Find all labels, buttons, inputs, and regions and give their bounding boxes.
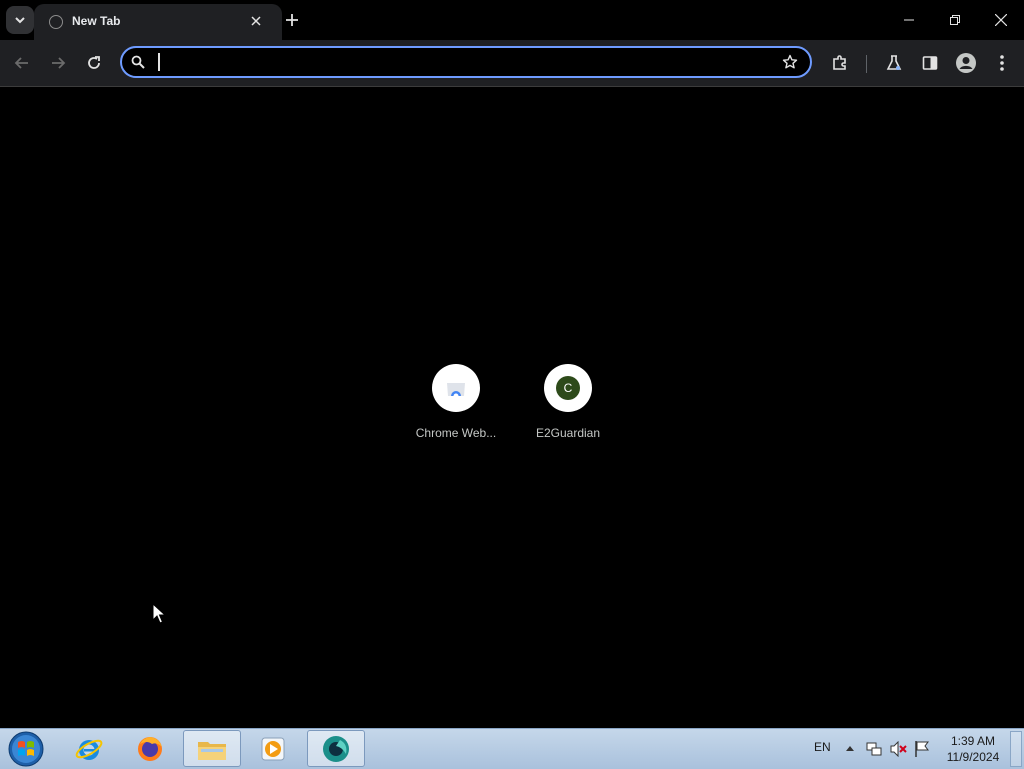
- shortcut-tile: C: [544, 364, 592, 412]
- windows-taskbar: EN 1:39 AM 11/9/2024: [0, 728, 1024, 769]
- tab-search-button[interactable]: [6, 6, 34, 34]
- mouse-cursor-icon: [152, 603, 166, 624]
- tab-new-tab[interactable]: New Tab: [34, 4, 282, 40]
- taskbar-file-explorer[interactable]: [183, 730, 241, 767]
- shortcut-tile: [432, 364, 480, 412]
- forward-button[interactable]: [46, 51, 70, 75]
- toolbar-divider: [866, 55, 867, 73]
- firefox-icon: [138, 736, 162, 761]
- side-panel-button[interactable]: [918, 51, 942, 75]
- reload-button[interactable]: [82, 51, 106, 75]
- chevron-down-icon: [15, 17, 25, 24]
- volume-muted-icon[interactable]: [890, 741, 908, 757]
- labs-button[interactable]: [882, 51, 906, 75]
- action-center-flag-icon[interactable]: [914, 740, 930, 758]
- text-caret: [158, 53, 160, 71]
- taskbar-internet-explorer[interactable]: [60, 730, 118, 767]
- close-window-button[interactable]: [987, 6, 1015, 34]
- back-button[interactable]: [10, 51, 34, 75]
- close-icon: [995, 14, 1007, 26]
- minimize-icon: [904, 19, 914, 21]
- chrome-icon: [323, 735, 349, 762]
- show-desktop-button[interactable]: [1010, 731, 1022, 767]
- flask-icon: [886, 55, 902, 70]
- reload-icon: [88, 56, 100, 69]
- internet-explorer-icon: [75, 739, 103, 760]
- back-arrow-icon: [14, 57, 28, 69]
- minimize-button[interactable]: [895, 6, 923, 34]
- taskbar-firefox[interactable]: [121, 730, 179, 767]
- side-panel-icon: [922, 56, 938, 70]
- shortcut-e2guardian[interactable]: C E2Guardian: [512, 364, 624, 440]
- show-hidden-icons-icon[interactable]: [846, 745, 854, 751]
- extensions-button[interactable]: [828, 51, 852, 75]
- address-bar[interactable]: [120, 46, 812, 78]
- avatar-icon: [956, 53, 976, 73]
- puzzle-icon: [833, 55, 846, 70]
- profile-button[interactable]: [954, 51, 978, 75]
- tab-title: New Tab: [72, 14, 121, 28]
- search-icon: [131, 55, 145, 69]
- chrome-web-store-icon: [447, 383, 465, 396]
- browser-toolbar: [0, 40, 1024, 87]
- tab-strip: New Tab: [0, 0, 1024, 40]
- system-clock[interactable]: 1:39 AM 11/9/2024: [944, 733, 1002, 765]
- clock-date: 11/9/2024: [946, 750, 1000, 764]
- forward-arrow-icon: [52, 57, 66, 69]
- language-indicator[interactable]: EN: [814, 740, 831, 754]
- new-tab-button[interactable]: [282, 10, 302, 30]
- close-tab-icon[interactable]: [248, 13, 264, 29]
- network-icon[interactable]: [866, 741, 882, 757]
- media-player-icon: [261, 737, 285, 760]
- menu-button[interactable]: [990, 51, 1014, 75]
- shortcut-chrome-web-store[interactable]: Chrome Web...: [400, 364, 512, 440]
- clock-time: 1:39 AM: [950, 734, 996, 748]
- bookmark-star-icon[interactable]: [782, 54, 798, 70]
- plus-icon: [286, 14, 298, 26]
- address-input[interactable]: [156, 51, 770, 75]
- windows-orb-icon: [8, 731, 44, 767]
- restore-button[interactable]: [941, 6, 969, 34]
- file-explorer-icon: [198, 741, 226, 760]
- taskbar-media-player[interactable]: [244, 730, 302, 767]
- start-button[interactable]: [6, 731, 46, 767]
- restore-icon: [950, 15, 960, 25]
- globe-icon: [49, 15, 63, 29]
- shortcut-label: Chrome Web...: [415, 426, 497, 440]
- taskbar-chrome[interactable]: [307, 730, 365, 767]
- letter-c-icon: C: [556, 376, 580, 400]
- shortcut-label: E2Guardian: [535, 426, 601, 440]
- kebab-menu-icon: [1000, 55, 1004, 71]
